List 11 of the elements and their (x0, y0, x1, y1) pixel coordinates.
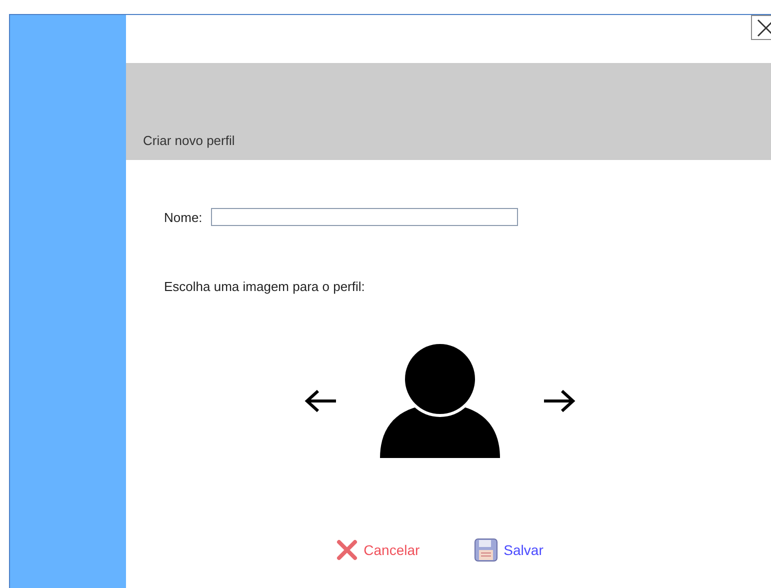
save-button[interactable]: Salvar (474, 538, 544, 562)
left-arrow-button[interactable] (304, 389, 338, 413)
cross-icon (336, 539, 358, 561)
name-field[interactable] (211, 208, 518, 226)
close-icon (756, 18, 771, 38)
image-prompt: Escolha uma imagem para o perfil: (164, 279, 366, 294)
cancel-button[interactable]: Cancelar (336, 538, 420, 562)
right-arrow-button[interactable] (542, 389, 576, 413)
page-title: Criar novo perfil (143, 133, 235, 148)
avatar-icon (378, 342, 502, 460)
name-label: Nome: (164, 210, 202, 224)
